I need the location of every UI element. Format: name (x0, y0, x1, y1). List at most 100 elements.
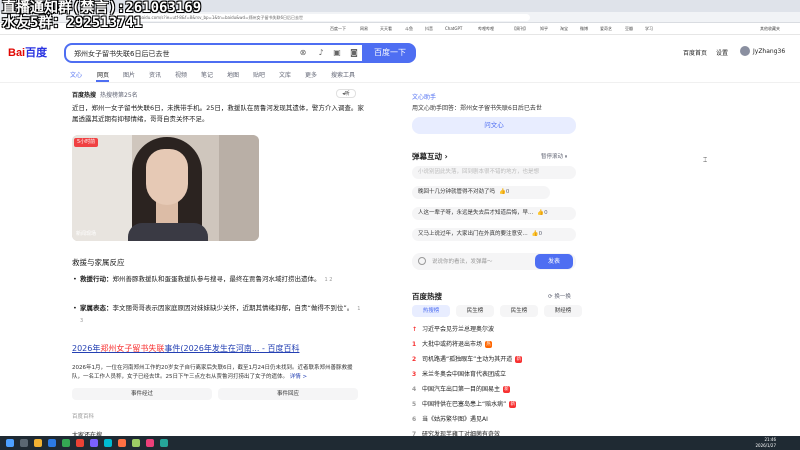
microphone-icon[interactable]: ♪ (316, 48, 326, 58)
bookmark-item[interactable]: 百度一下 (330, 26, 346, 32)
listen-label: 听 (344, 91, 350, 97)
bookmark-item[interactable]: 哔哩哔哩 (478, 26, 494, 32)
listen-button[interactable]: ◂听 (336, 89, 356, 98)
list-item: 救援行动：郑州善豚救援队和蛋蛋救援队参与搜寻，最终在贾鲁河水域打捞出遗体。 1 2 (73, 274, 364, 286)
file-explorer-icon[interactable] (34, 439, 42, 447)
tab-wenku[interactable]: 文库 (279, 70, 291, 79)
system-clock[interactable]: 21:46 2026/1/27 (755, 437, 776, 449)
hot-list-item[interactable]: ↑ 习近平会见芬兰总理奥尔波 (412, 324, 494, 333)
baike-source: 百度百科 (72, 414, 95, 420)
tab-hot-list[interactable]: 热搜榜 (412, 305, 450, 317)
pause-icon: ⏸ (564, 154, 568, 160)
danmu-title[interactable]: 弹幕互动 › (412, 151, 448, 162)
baike-result-title[interactable]: 2026年郑州女子留书失联事件(2026年发生在河南... - 百度百科 (72, 343, 299, 354)
chrome-icon[interactable] (62, 439, 70, 447)
bookmark-item[interactable]: 抖音 (425, 26, 433, 32)
tab-images[interactable]: 图片 (123, 70, 135, 79)
hot-list-title: 百度热搜 (412, 292, 442, 301)
search-button[interactable]: 百度一下 (364, 43, 416, 63)
like-button[interactable]: 👍0 (537, 210, 547, 216)
new-badge-icon: 新 (509, 401, 517, 408)
chevron-right-icon: › (444, 152, 448, 161)
hot-list-item[interactable]: 4 中国汽车出口第一目的国易主新 (412, 384, 511, 393)
bookmark-item[interactable]: 爱奇艺 (600, 26, 612, 32)
hot-label: 百度热搜 (72, 92, 97, 99)
baidu-logo[interactable]: Bai百度 (8, 44, 47, 60)
bullet-label: 救援行动： (80, 275, 113, 283)
pause-scroll-button[interactable]: 暂停滚动 ⏸ (541, 152, 568, 161)
bookmark-item[interactable]: 其他收藏夹 (760, 26, 780, 32)
tab-livelihood-list[interactable]: 民生榜 (456, 305, 494, 317)
video-time-badge: 5小时前 (74, 138, 99, 147)
bookmark-item[interactable]: 微博 (580, 26, 588, 32)
hot-list-item[interactable]: 2 司机路遇“孤独眼车”主动为其开道新 (412, 354, 523, 363)
tab-tieba[interactable]: 贴吧 (253, 70, 265, 79)
bookmark-item[interactable]: ChatGPT (445, 26, 462, 32)
image-search-icon[interactable]: ▣ (332, 48, 342, 58)
app-icon[interactable] (146, 439, 154, 447)
tab-news[interactable]: 资讯 (149, 70, 161, 79)
pin-icon: ↑ (412, 326, 418, 333)
clear-icon[interactable]: ⊗ (298, 48, 308, 58)
tab-finance-list[interactable]: 财经榜 (544, 305, 582, 317)
bookmark-item[interactable]: 豆瓣 (625, 26, 633, 32)
tab-video[interactable]: 视频 (175, 70, 187, 79)
baidu-home-link[interactable]: 百度首页 (683, 48, 707, 57)
tab-more[interactable]: 更多 (305, 70, 317, 79)
hot-list-item[interactable]: 5 中国特供在巴塞岛患上“赔水病” 新 (412, 399, 517, 408)
hot-list-item[interactable]: 3 米兰冬奥会中国体育代表团成立 (412, 369, 506, 378)
header-divider (0, 82, 800, 83)
tab-livelihood-list-2[interactable]: 民生榜 (500, 305, 538, 317)
event-response-button[interactable]: 事件回应 (218, 388, 358, 400)
tab-wenxin[interactable]: 文心 (70, 70, 82, 79)
hot-list-item[interactable]: 6 当《姑苏繁华图》遇见AI (412, 414, 488, 423)
ai-question: 用文心助手回答：郑州女子留书失联6日后已去世 (412, 105, 542, 112)
fan-group-overlay: 水友5群：292513741 (2, 15, 143, 31)
send-danmu-button[interactable]: 发表 (535, 254, 573, 269)
search-box[interactable]: 郑州女子留书失联6日后已去世 ⊗ ♪ ▣ ◙ (64, 43, 364, 63)
app-icon[interactable] (160, 439, 168, 447)
bookmark-item[interactable]: 天天看 (380, 26, 392, 32)
username[interactable]: JyZhang36 (753, 48, 785, 55)
refresh-button[interactable]: ⟳ 换一换 (548, 292, 571, 300)
app-icon[interactable] (76, 439, 84, 447)
edge-icon[interactable] (48, 439, 56, 447)
event-process-button[interactable]: 事件经过 (72, 388, 212, 400)
bookmark-item[interactable]: 网易 (360, 26, 368, 32)
refresh-icon: ⟳ (548, 294, 553, 300)
ai-summary: 近日，郑州一女子留书失联6日，未携带手机。25日，救援队在贾鲁河发现其遗体，警方… (72, 104, 364, 123)
bullet-text: 李文丽哥哥表示因家庭原因对妹妹缺少关怀，近期其情绪抑郁，自责“做得不到位”。 (112, 304, 354, 312)
emoji-icon[interactable] (418, 257, 426, 265)
section-title: 救援与家属反应 (72, 258, 125, 267)
tab-web[interactable]: 网页 (97, 70, 109, 79)
like-button[interactable]: 👍0 (499, 189, 509, 195)
tab-notes[interactable]: 笔记 (201, 70, 213, 79)
app-icon[interactable] (118, 439, 126, 447)
settings-link[interactable]: 设置 (716, 48, 728, 57)
tab-map[interactable]: 地图 (227, 70, 239, 79)
app-icon[interactable] (132, 439, 140, 447)
news-video-thumbnail[interactable]: 5小时前 新闻现场 (72, 135, 259, 241)
ask-wenxin-button[interactable]: 问文心 (412, 117, 576, 134)
ai-assistant-title: 文心助手 (412, 94, 437, 101)
bookmark-item[interactable]: 学习 (645, 26, 653, 32)
details-link[interactable]: 详情 > (290, 374, 307, 380)
search-icon[interactable] (20, 439, 28, 447)
hot-list-item[interactable]: 1 大批中或药将退出市场热 (412, 339, 493, 348)
bookmark-item[interactable]: 斗鱼 (405, 26, 413, 32)
reference-link[interactable]: 1 2 (325, 277, 333, 283)
bookmark-item[interactable]: 淘宝 (560, 26, 568, 32)
avatar[interactable] (740, 46, 750, 56)
like-button[interactable]: 👍0 (532, 231, 542, 237)
hot-search-tag: 百度热搜 热搜榜第25名 (72, 90, 138, 99)
app-icon[interactable] (90, 439, 98, 447)
bookmark-item[interactable]: 【周刊】 (512, 26, 528, 32)
tab-search-tools[interactable]: 搜索工具 (331, 70, 355, 79)
danmu-comment: 小说别因此失落，回到剧本很不错的地方，也是想 (412, 166, 576, 179)
taskbar: 21:46 2026/1/27 (0, 436, 800, 450)
bookmark-item[interactable]: 知乎 (540, 26, 548, 32)
windows-start-icon[interactable] (6, 439, 14, 447)
search-input[interactable]: 郑州女子留书失联6日后已去世 (74, 49, 169, 59)
camera-icon[interactable]: ◙ (349, 48, 359, 58)
app-icon[interactable] (104, 439, 112, 447)
